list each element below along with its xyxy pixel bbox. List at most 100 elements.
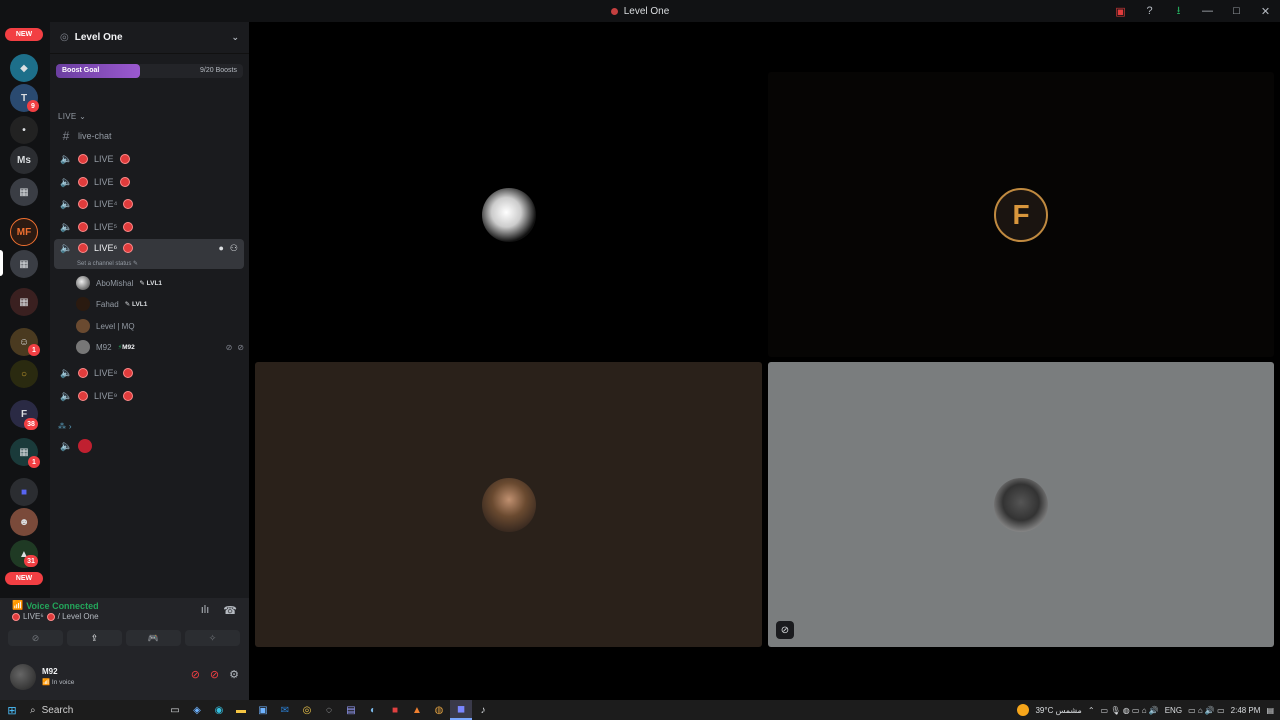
store-icon[interactable]: ▣: [252, 700, 274, 720]
collapsed-category[interactable]: ⁂ ›: [58, 422, 72, 431]
selected-server-indicator: [0, 250, 3, 276]
server-folder-1[interactable]: ▦: [10, 178, 38, 206]
speaker-icon: 🔈: [60, 153, 73, 165]
file-explorer-icon[interactable]: ▬: [230, 700, 252, 720]
mute-mic-icon[interactable]: ⊘: [191, 668, 200, 681]
category-live[interactable]: LIVE ⌄: [58, 112, 86, 121]
server-header[interactable]: ◎ Level One ⌄: [50, 22, 249, 54]
search-label: Search: [41, 704, 74, 716]
server-folder-2[interactable]: ▦: [10, 250, 38, 278]
help-icon[interactable]: ?: [1135, 0, 1164, 22]
app-red-icon[interactable]: ■: [384, 700, 406, 720]
camera-button[interactable]: ⊘: [8, 630, 63, 646]
participant-tile[interactable]: ⊘: [768, 362, 1274, 647]
chat-bubble-icon[interactable]: ●: [218, 243, 223, 254]
avatar: [76, 340, 90, 354]
discord-taskbar-icon[interactable]: ◼: [450, 700, 472, 720]
voice-channel-8[interactable]: 🔈 LIVE⁸: [54, 363, 244, 383]
voice-channel-extra[interactable]: 🔈: [54, 436, 244, 456]
title-bar: Level One ▣ ? ⭳ — □ ✕: [0, 0, 1280, 22]
download-icon[interactable]: ⭳: [1164, 0, 1193, 22]
outlook-icon[interactable]: ✉: [274, 700, 296, 720]
participant-tile[interactable]: F: [768, 72, 1274, 357]
server-icon-6[interactable]: ☻: [10, 508, 38, 536]
noise-suppression-icon[interactable]: ılı: [201, 604, 210, 617]
taskbar-search[interactable]: ⌕ Search: [24, 702, 164, 718]
voice-connected-status[interactable]: 📶 Voice Connected: [12, 600, 99, 611]
participant-tile[interactable]: [255, 362, 762, 647]
new-badge-bottom[interactable]: NEW: [5, 572, 43, 585]
system-tray: 39°C مشمس ⌃ ▭ 🎙 ◍ ▭ ⌂ 🔊 ENG ▭ ⌂ 🔊 ▭ 2:48…: [1017, 700, 1280, 720]
server-folder-3[interactable]: ▦: [10, 288, 38, 316]
voice-channel-9[interactable]: 🔈 LIVE⁹: [54, 386, 244, 406]
new-badge-top[interactable]: NEW: [5, 28, 43, 41]
voice-member[interactable]: Level | MQ: [76, 317, 244, 335]
tray-icons[interactable]: ▭ 🎙 ◍ ▭ ⌂ 🔊: [1101, 706, 1159, 715]
minimize-button[interactable]: —: [1193, 0, 1222, 22]
channel-name: LIVE: [94, 154, 114, 164]
app-orange-icon[interactable]: ▲: [406, 700, 428, 720]
server-icon-1[interactable]: ◆: [10, 54, 38, 82]
invite-user-icon[interactable]: ⚇: [230, 243, 238, 254]
server-icon-3[interactable]: •: [10, 116, 38, 144]
voice-member[interactable]: Fahad ✎ LVL1: [76, 295, 244, 313]
window-title: Level One: [610, 6, 669, 17]
calculator-icon[interactable]: ▤: [340, 700, 362, 720]
close-button[interactable]: ✕: [1251, 0, 1280, 22]
unread-badge: 31: [24, 555, 38, 567]
user-panel: 📶 Voice Connected LIVE⁶ / Level One ılı …: [0, 598, 249, 700]
server-icon-5[interactable]: ○: [10, 360, 38, 388]
weather-text[interactable]: 39°C مشمس: [1035, 706, 1081, 715]
live-dot-icon: [78, 391, 88, 401]
app-icon[interactable]: ◌: [318, 700, 340, 720]
activities-button[interactable]: 🎮: [126, 630, 181, 646]
deafen-icon[interactable]: ⊘: [210, 668, 219, 681]
voice-member[interactable]: M92 ⚡M92 ⊘ ⊘: [76, 338, 244, 356]
gear-icon[interactable]: ⚙: [229, 668, 239, 681]
server-icon-ms[interactable]: Ms: [10, 146, 38, 174]
chevron-up-icon[interactable]: ⌃: [1088, 706, 1095, 715]
folder-icon[interactable]: ■: [10, 478, 38, 506]
member-name: M92: [96, 342, 112, 352]
soundboard-button[interactable]: ✧: [185, 630, 240, 646]
category-label: LIVE: [58, 112, 77, 121]
channel-status-hint[interactable]: Set a channel status ✎: [77, 260, 138, 267]
speaker-icon: 🔈: [60, 390, 73, 402]
channel-emoji-icon: [78, 439, 92, 453]
channel-sidebar: ◎ Level One ⌄ Boost Goal 9/20 Boosts LIV…: [50, 22, 249, 598]
tray-net-icons[interactable]: ▭ ⌂ 🔊 ▭: [1188, 706, 1225, 715]
tiktok-icon[interactable]: ♪: [472, 700, 494, 720]
app-gamepad-icon[interactable]: ◍: [428, 700, 450, 720]
participant-tile[interactable]: [255, 72, 762, 357]
chrome-icon[interactable]: ◎: [296, 700, 318, 720]
edge-icon[interactable]: ◉: [208, 700, 230, 720]
steam-icon[interactable]: ◐: [362, 700, 384, 720]
avatar[interactable]: [10, 664, 36, 690]
voice-channel-1[interactable]: 🔈 LIVE: [54, 149, 244, 169]
speaker-icon: 🔈: [60, 243, 73, 254]
voice-channel-4[interactable]: 🔈 LIVE⁴: [54, 194, 244, 214]
avatar: [76, 297, 90, 311]
member-tag-text: LVL1: [146, 280, 163, 287]
voice-member[interactable]: AboMishal ✎ LVL1: [76, 274, 244, 292]
share-screen-button[interactable]: ⇪: [67, 630, 122, 646]
notification-icon[interactable]: ▤: [1266, 706, 1274, 715]
voice-channel-5[interactable]: 🔈 LIVE⁵: [54, 217, 244, 237]
windows-start-icon[interactable]: ⊞: [0, 700, 24, 720]
maximize-button[interactable]: □: [1222, 0, 1251, 22]
live-dot-icon: [78, 199, 88, 209]
voice-channel-2[interactable]: 🔈 LIVE: [54, 172, 244, 192]
language-indicator[interactable]: ENG: [1165, 706, 1182, 715]
server-icon-mf[interactable]: MF: [10, 218, 38, 246]
copilot-icon[interactable]: ◈: [186, 700, 208, 720]
disconnect-icon[interactable]: ☎: [223, 604, 237, 617]
channel-live-chat[interactable]: # live-chat: [54, 126, 244, 146]
voice-channel-ref[interactable]: LIVE⁶ / Level One: [12, 612, 99, 621]
inbox-icon[interactable]: ▣: [1106, 0, 1135, 22]
user-status: 📶 In voice: [42, 679, 75, 686]
task-view-icon[interactable]: ▭: [164, 700, 186, 720]
boost-goal-bar[interactable]: Boost Goal 9/20 Boosts: [56, 64, 243, 78]
live-dot-icon: [119, 154, 130, 164]
channel-name: LIVE⁹: [94, 391, 118, 401]
clock[interactable]: 2:48 PM: [1231, 706, 1261, 715]
